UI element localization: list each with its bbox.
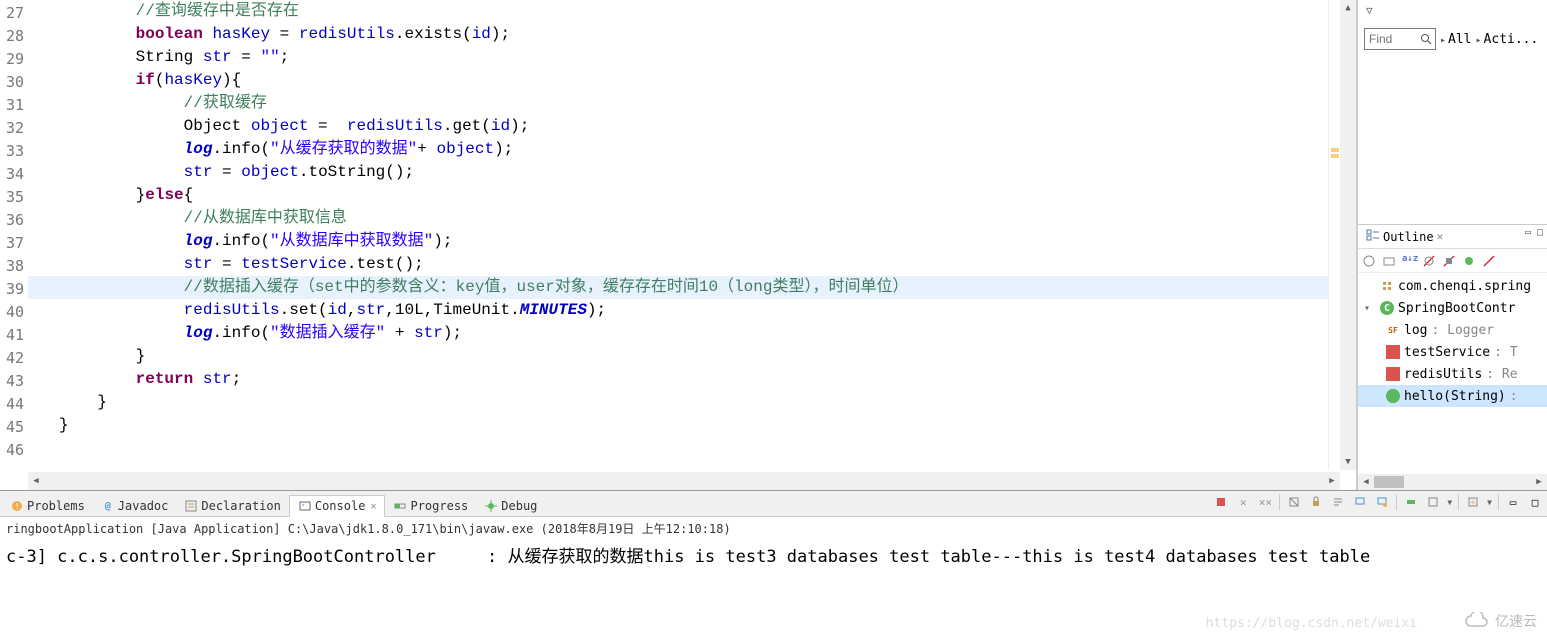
static-field-icon: SF xyxy=(1386,323,1400,337)
open-console-icon[interactable] xyxy=(1425,494,1441,510)
declaration-icon xyxy=(184,499,198,513)
collapse-icon[interactable]: ▽ xyxy=(1366,4,1373,17)
line-number-gutter: 27 28 29 30 31 32 33 34 35 36 37 38 39 4… xyxy=(0,0,28,490)
class-icon: C xyxy=(1380,301,1394,315)
overview-ruler[interactable] xyxy=(1328,0,1340,470)
find-panel: ▽ All Acti... xyxy=(1358,0,1547,225)
watermark-brand: 亿速云 xyxy=(1465,611,1537,631)
close-icon[interactable]: ✕ xyxy=(370,501,376,512)
code-content[interactable]: //查询缓存中是否存在 boolean hasKey = redisUtils.… xyxy=(28,0,1356,490)
tab-label: Progress xyxy=(410,499,468,513)
hide-local-icon[interactable] xyxy=(1482,254,1496,268)
tree-label: testService xyxy=(1404,345,1490,360)
collapse-all-icon[interactable] xyxy=(1382,254,1396,268)
find-activate-link[interactable]: Acti... xyxy=(1476,32,1539,47)
tab-declaration[interactable]: Declaration xyxy=(176,496,288,516)
tree-class-row[interactable]: ▾ C SpringBootContr xyxy=(1358,297,1547,319)
method-icon xyxy=(1386,389,1400,403)
vertical-scrollbar[interactable]: ▲ ▼ xyxy=(1340,0,1356,470)
tab-label: Problems xyxy=(27,499,85,513)
dropdown-arrow-icon[interactable]: ▼ xyxy=(1487,498,1492,507)
scroll-thumb[interactable] xyxy=(1374,476,1404,488)
find-all-link[interactable]: All xyxy=(1440,32,1472,47)
tree-field-row[interactable]: redisUtils : Re xyxy=(1358,363,1547,385)
outline-toolbar: a↓z xyxy=(1358,249,1547,273)
scroll-left-arrow[interactable]: ◀ xyxy=(28,473,44,489)
field-icon xyxy=(1386,345,1400,359)
tree-label: hello(String) xyxy=(1404,389,1506,404)
show-console-icon[interactable] xyxy=(1403,494,1419,510)
new-console-icon[interactable]: + xyxy=(1465,494,1481,510)
horizontal-scrollbar[interactable]: ◀ ▶ xyxy=(28,472,1340,490)
scroll-up-arrow[interactable]: ▲ xyxy=(1340,0,1356,16)
minimize-icon[interactable]: ▭ xyxy=(1505,494,1521,510)
javadoc-icon: @ xyxy=(101,499,115,513)
outline-panel: ▭ □ Outline ✕ a↓z xyxy=(1358,225,1547,490)
tab-javadoc[interactable]: @ Javadoc xyxy=(93,496,177,516)
scroll-left-arrow[interactable]: ◀ xyxy=(1358,474,1374,490)
display-console-icon[interactable] xyxy=(1374,494,1390,510)
hide-static-icon[interactable] xyxy=(1442,254,1456,268)
tab-debug[interactable]: Debug xyxy=(476,496,545,516)
remove-launch-icon[interactable]: ✕ xyxy=(1235,494,1251,510)
maximize-icon[interactable]: □ xyxy=(1527,494,1543,510)
outline-tree[interactable]: com.chenqi.spring ▾ C SpringBootContr SF… xyxy=(1358,273,1547,409)
console-icon xyxy=(298,499,312,513)
sort-icon[interactable]: a↓z xyxy=(1402,254,1416,268)
svg-text:!: ! xyxy=(15,502,20,511)
tree-label: log xyxy=(1404,323,1427,338)
warning-marker[interactable] xyxy=(1331,154,1339,158)
tab-progress[interactable]: Progress xyxy=(385,496,476,516)
remove-all-icon[interactable]: ⨯⨯ xyxy=(1257,494,1273,510)
scroll-down-arrow[interactable]: ▼ xyxy=(1340,454,1356,470)
pin-console-icon[interactable] xyxy=(1352,494,1368,510)
tree-label: com.chenqi.spring xyxy=(1398,279,1531,294)
problems-icon: ! xyxy=(10,499,24,513)
bottom-tabs-bar: ! Problems @ Javadoc Declaration Console… xyxy=(0,491,1547,517)
outline-icon xyxy=(1366,228,1380,245)
tab-label: Console xyxy=(315,499,366,513)
outline-tab-label: Outline xyxy=(1383,230,1434,244)
scroll-lock-icon[interactable] xyxy=(1308,494,1324,510)
minimize-icon[interactable]: ▭ xyxy=(1525,227,1531,238)
tree-field-row[interactable]: testService : T xyxy=(1358,341,1547,363)
outline-tab[interactable]: Outline ✕ xyxy=(1362,226,1447,247)
console-toolbar: ✕ ⨯⨯ ▼ + ▼ ▭ □ xyxy=(1213,494,1543,510)
scroll-right-arrow[interactable]: ▶ xyxy=(1324,473,1340,489)
svg-text:+: + xyxy=(1470,498,1476,508)
tree-method-row[interactable]: hello(String) : xyxy=(1358,385,1547,407)
focus-icon[interactable] xyxy=(1362,254,1376,268)
tab-label: Javadoc xyxy=(118,499,169,513)
tree-field-row[interactable]: SF log : Logger xyxy=(1358,319,1547,341)
tab-console[interactable]: Console ✕ xyxy=(289,495,386,517)
tab-label: Debug xyxy=(501,499,537,513)
maximize-icon[interactable]: □ xyxy=(1537,227,1543,238)
watermark-url: https://blog.csdn.net/weixi xyxy=(1206,616,1417,631)
tab-label: Declaration xyxy=(201,499,280,513)
console-output[interactable]: c-3] c.c.s.controller.SpringBootControll… xyxy=(0,540,1547,569)
progress-icon xyxy=(393,499,407,513)
word-wrap-icon[interactable] xyxy=(1330,494,1346,510)
outline-horizontal-scrollbar[interactable]: ◀ ▶ xyxy=(1358,474,1547,490)
tree-label: redisUtils xyxy=(1404,367,1482,382)
code-editor[interactable]: 27 28 29 30 31 32 33 34 35 36 37 38 39 4… xyxy=(0,0,1357,490)
expand-icon[interactable]: ▾ xyxy=(1364,303,1376,314)
package-icon xyxy=(1380,279,1394,293)
field-icon xyxy=(1386,367,1400,381)
debug-icon xyxy=(484,499,498,513)
hide-fields-icon[interactable] xyxy=(1422,254,1436,268)
dropdown-arrow-icon[interactable]: ▼ xyxy=(1447,498,1452,507)
tab-problems[interactable]: ! Problems xyxy=(2,496,93,516)
find-input[interactable] xyxy=(1364,28,1436,50)
terminate-icon[interactable] xyxy=(1213,494,1229,510)
scroll-right-arrow[interactable]: ▶ xyxy=(1531,474,1547,490)
console-launch-title: ringbootApplication [Java Application] C… xyxy=(0,517,1547,540)
warning-marker[interactable] xyxy=(1331,148,1339,152)
close-icon[interactable]: ✕ xyxy=(1437,230,1444,243)
clear-console-icon[interactable] xyxy=(1286,494,1302,510)
tree-label: SpringBootContr xyxy=(1398,301,1515,316)
hide-nonpublic-icon[interactable] xyxy=(1462,254,1476,268)
tree-package-row[interactable]: com.chenqi.spring xyxy=(1358,275,1547,297)
